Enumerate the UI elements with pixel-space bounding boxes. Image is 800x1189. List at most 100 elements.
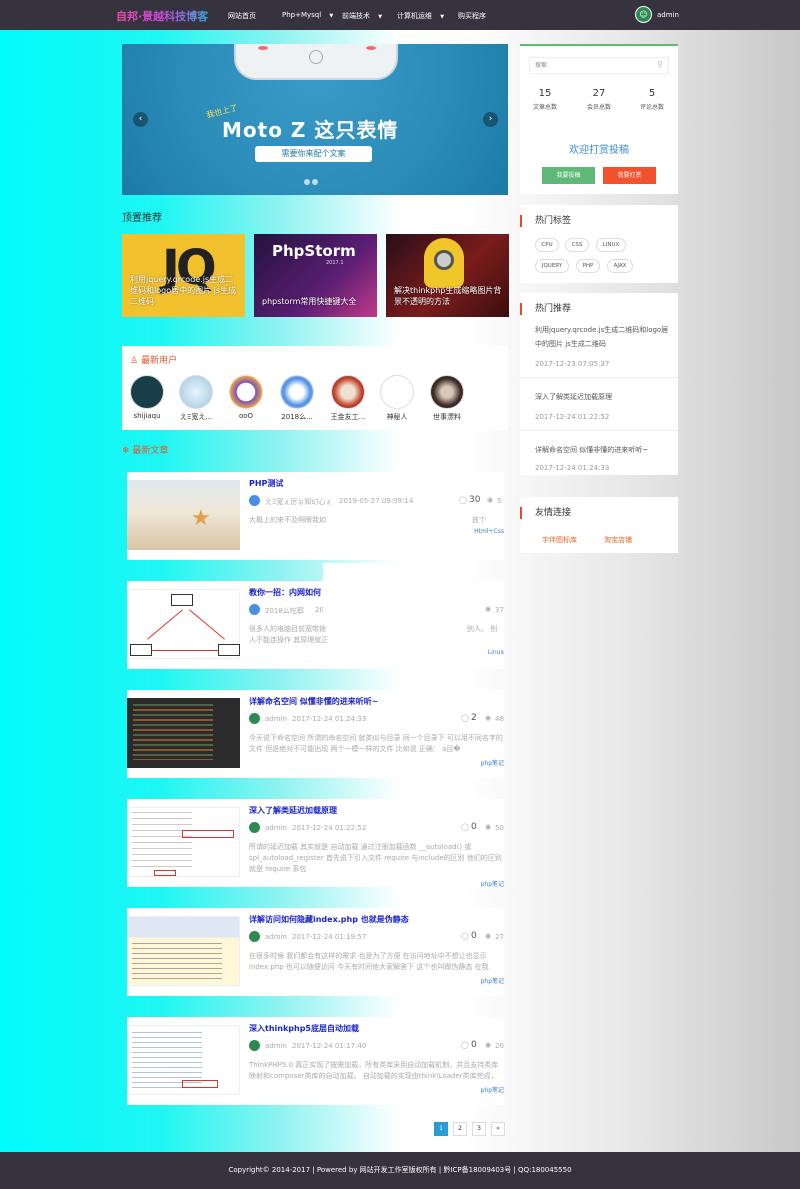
article-author: admin [265, 1042, 287, 1050]
friend-link[interactable]: 宇伴图标库 [542, 535, 577, 545]
article-meta: admin 2017-12-24 01:19:57 ◯ 0 ◉ 27 [249, 931, 504, 943]
article-date: 2017-12-24 01:17:40 [292, 1042, 367, 1050]
slider-next-button[interactable]: › [483, 112, 498, 127]
article-author: えΞ宽ぇ厉ぉ知幻心ぇ [265, 498, 333, 506]
article-title[interactable]: 深入了解类延迟加载原理 [249, 805, 337, 816]
page-button-1[interactable]: 1 [434, 1122, 448, 1136]
article-card[interactable]: 详解命名空间 似懂非懂的进来听听~ admin 2017-12-24 01:24… [127, 690, 504, 778]
nav-item-frontend[interactable]: 前端技术 ▼ [342, 11, 382, 21]
nav-item-ops[interactable]: 计算机运维 ▼ [397, 11, 444, 21]
author-avatar [249, 495, 260, 506]
article-title[interactable]: 详解命名空间 似懂非懂的进来听听~ [249, 696, 379, 707]
article-category[interactable]: php笔记 [481, 758, 504, 767]
hot-tags-panel: 热门标签 CPU CSS LINUX JQUERY PHP AJAX [520, 205, 678, 283]
nav-item-buy[interactable]: 购买程序 [458, 11, 486, 21]
slider-prev-button[interactable]: ‹ [133, 112, 148, 127]
article-title[interactable]: 教你一招：内网如何 [249, 587, 321, 598]
user-avatar: ☺ [635, 6, 652, 23]
stat-label: 文章总数 [532, 104, 557, 111]
article-comments: 0 [471, 822, 477, 832]
comment-icon: ◯ [461, 823, 469, 831]
article-views: 50 [495, 824, 504, 832]
nav-label: Php+Mysql [282, 11, 322, 19]
article-title[interactable]: 深入thinkphp5底层自动加载 [249, 1023, 359, 1034]
article-excerpt: 所谓的延迟加载 其实就是 自动加载 通过注册加载函数 __autoload() … [249, 843, 502, 873]
diagram-box [171, 594, 193, 606]
nav-item-home[interactable]: 网站首页 [228, 11, 256, 21]
friend-link[interactable]: 淘宝店铺 [604, 535, 632, 545]
slider-dot[interactable] [304, 179, 310, 185]
top-card-2[interactable]: PhpStorm 2017.1 phpstorm常用快捷键大全 [254, 234, 377, 317]
article-card[interactable]: 深入了解类延迟加载原理 admin 2017-12-24 01:22:52 ◯ … [127, 799, 504, 887]
article-title[interactable]: PHP测试 [249, 478, 283, 489]
popup-overlay [323, 563, 473, 625]
hot-item-title[interactable]: 利用jquery.qrcode.js生成二维码和logo居中的图片 js生成二维… [535, 323, 675, 351]
minion-illustration [424, 238, 464, 288]
page-button-2[interactable]: 2 [453, 1122, 467, 1136]
user-item[interactable]: 神秘人 [377, 375, 417, 422]
user-item[interactable]: ooO [226, 375, 266, 420]
tag-linux[interactable]: LINUX [596, 238, 626, 252]
author-avatar [249, 604, 260, 615]
tag-css[interactable]: CSS [565, 238, 589, 252]
article-thumbnail [127, 807, 240, 877]
article-card[interactable]: 详解访问如何隐藏index.php 也就是伪静态 admin 2017-12-2… [127, 908, 504, 996]
user-menu[interactable]: ☺ admin [635, 6, 679, 23]
banner-slider[interactable]: moto 我也上了 Moto Z 这只表情 需要你来配个文案 ‹ › [122, 44, 508, 195]
article-meta: えΞ宽ぇ厉ぉ知幻心ぇ 2019-05-27 09:09:14 ◯ 30 ◉ 5 [249, 495, 504, 507]
top-card-caption: 解决thinkphp生成缩略图片背景不透明的方法 [394, 286, 502, 306]
tag-cpu[interactable]: CPU [535, 238, 559, 252]
hot-item-title[interactable]: 深入了解类延迟加载原理 [535, 390, 675, 404]
page-next-button[interactable]: » [491, 1122, 505, 1136]
diagram-arrow [147, 609, 183, 640]
user-item[interactable]: 2018么... [277, 375, 317, 422]
comment-icon: ◯ [459, 496, 467, 504]
stat-members: 27 会员总数 [574, 88, 624, 111]
hot-item-title[interactable]: 详解命名空间 似懂非懂的进来听听~ [535, 443, 675, 457]
user-item[interactable]: えΞ宽え... [176, 375, 216, 422]
top-card-1[interactable]: JQ 利用jquery.qrcode.js生成二维码和logo居中的图片 js生… [122, 234, 245, 317]
stat-label: 会员总数 [586, 104, 611, 111]
nav-label: 前端技术 [342, 12, 370, 20]
top-card-3[interactable]: 解决thinkphp生成缩略图片背景不透明的方法 [386, 234, 509, 317]
latest-articles-label: 最新文章 [132, 446, 169, 456]
article-card[interactable]: 深入thinkphp5底层自动加载 admin 2017-12-24 01:17… [127, 1017, 504, 1105]
user-item[interactable]: 世事漂料 [427, 375, 467, 422]
article-excerpt: 在很多时候 我们都会有这样的需求 也是为了方便 在访问地址中不想让也显示 ind… [249, 952, 489, 971]
article-category[interactable]: Html+Css [474, 528, 504, 535]
user-item[interactable]: 王金友工... [328, 375, 368, 422]
tag-php[interactable]: PHP [576, 259, 600, 273]
screenshot-lines [132, 943, 222, 983]
article-views: 5 [497, 497, 502, 505]
article-category[interactable]: php笔记 [481, 1085, 504, 1094]
avatar [229, 375, 263, 409]
nav-item-php[interactable]: Php+Mysql ▼ [282, 11, 333, 19]
avatar [280, 375, 314, 409]
divider [520, 430, 678, 431]
annotation-box [182, 1080, 218, 1088]
site-logo[interactable]: 自邦·景越科技博客 [116, 8, 208, 24]
screenshot-lines [132, 812, 192, 872]
user-item[interactable]: shijiaqu [127, 375, 167, 420]
user-name: admin [657, 10, 679, 19]
phone-sensor [309, 50, 323, 64]
contribute-button[interactable]: 我要投稿 [542, 167, 595, 184]
diagram-arrow [152, 650, 218, 651]
article-category[interactable]: php笔记 [481, 976, 504, 985]
article-category[interactable]: Linux [488, 649, 504, 656]
tag-ajax[interactable]: AJAX [607, 259, 633, 273]
search-input[interactable]: 搜索 [529, 57, 669, 74]
article-category[interactable]: php笔记 [481, 879, 504, 887]
slider-dot[interactable] [312, 179, 318, 185]
blush-left [258, 46, 268, 50]
tag-jquery[interactable]: JQUERY [535, 259, 569, 273]
search-icon[interactable]: ⚲ [657, 60, 663, 69]
article-card[interactable]: ★ PHP测试 えΞ宽ぇ厉ぉ知幻心ぇ 2019-05-27 09:09:14 ◯… [127, 472, 504, 560]
page-button-3[interactable]: 3 [472, 1122, 486, 1136]
article-title[interactable]: 详解访问如何隐藏index.php 也就是伪静态 [249, 914, 409, 925]
reward-button[interactable]: 我要打赏 [603, 167, 656, 184]
reward-title: 欢迎打赏投稿 [569, 145, 629, 156]
stat-number: 15 [538, 88, 552, 99]
nav-label: 计算机运维 [397, 12, 432, 20]
friend-links-panel: 友情连接 宇伴图标库 淘宝店铺 [520, 497, 678, 553]
